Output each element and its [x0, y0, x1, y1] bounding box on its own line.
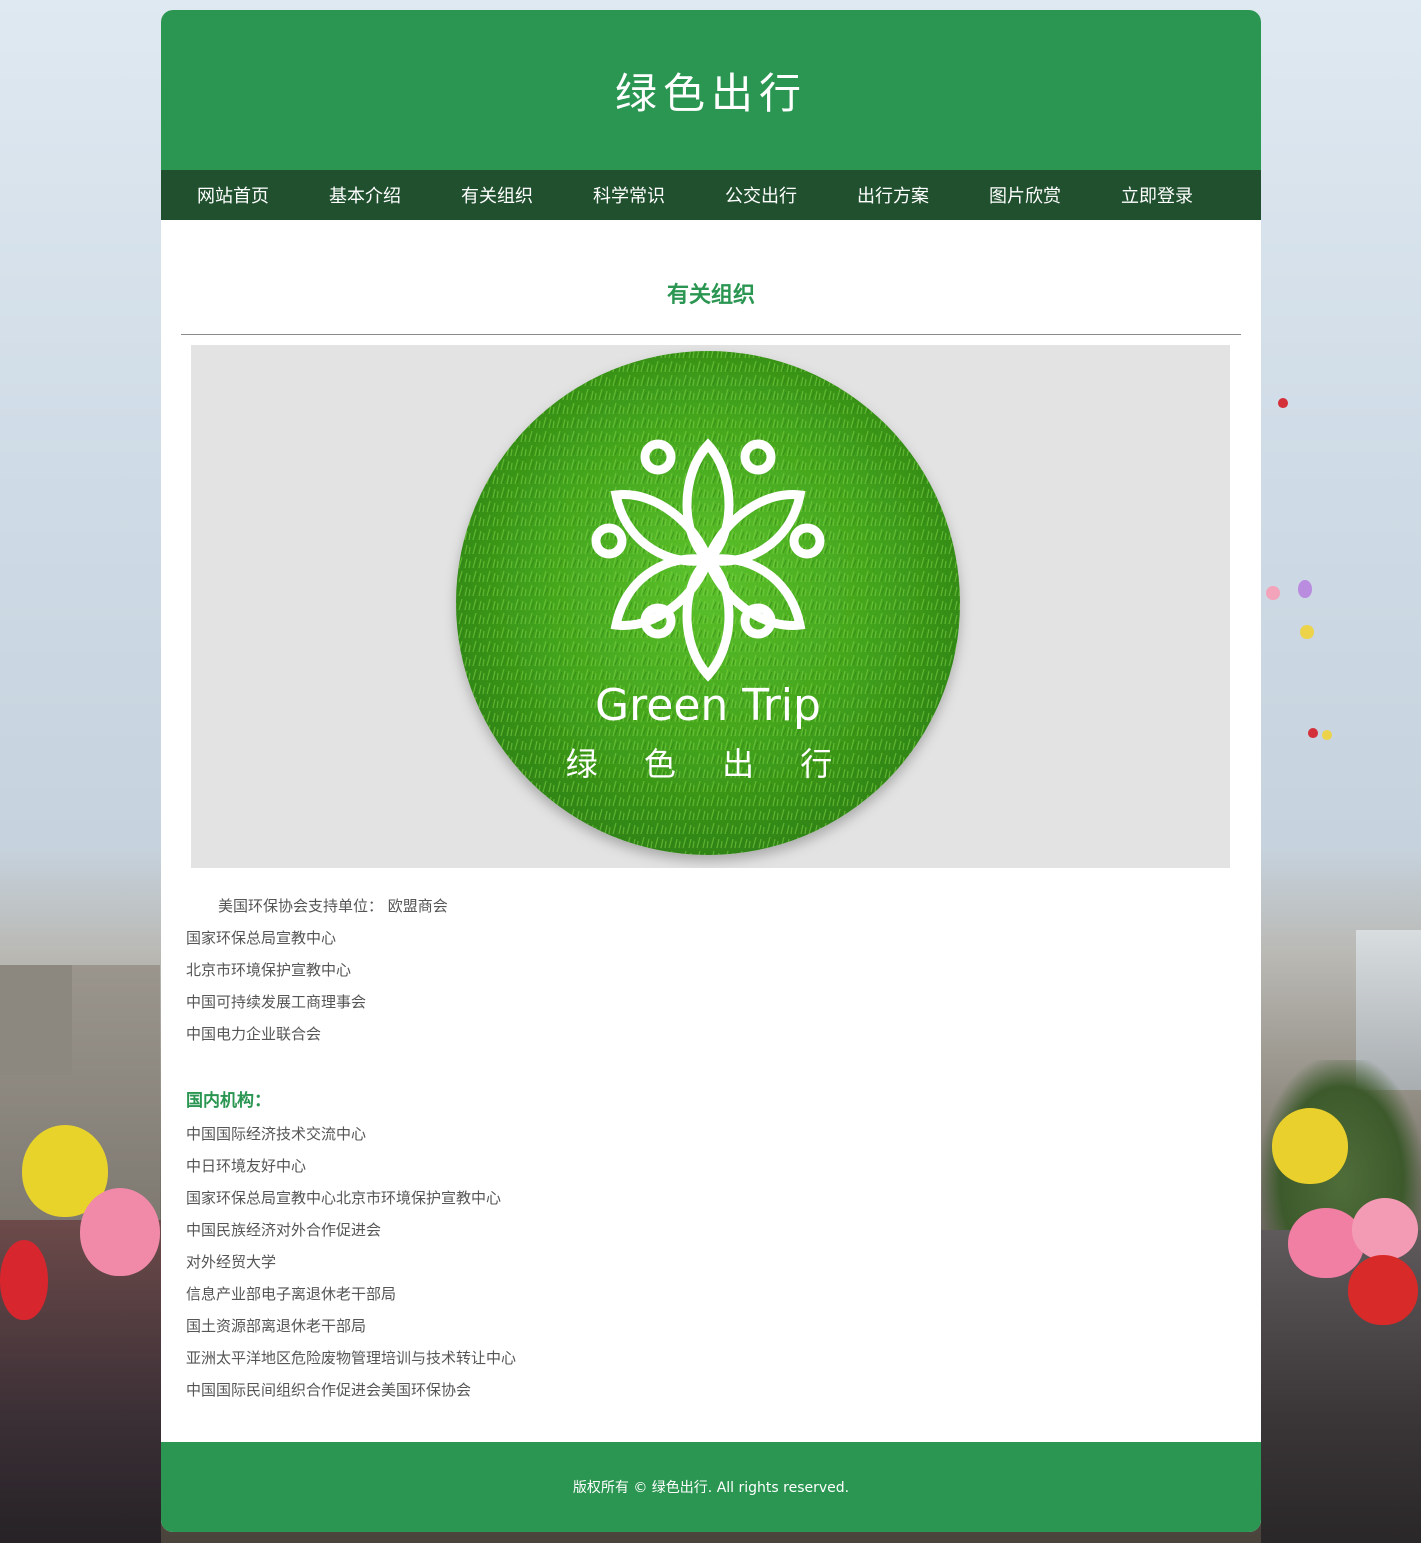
list-item: 对外经贸大学: [186, 1253, 277, 1271]
domestic-heading: 国内机构：: [186, 1091, 271, 1111]
list-item: 中国民族经济对外合作促进会: [186, 1221, 382, 1239]
list-item: 美国环保协会支持单位： 欧盟商会: [218, 897, 448, 915]
balloon-icon: [0, 1240, 48, 1320]
balloon-icon: [1348, 1255, 1418, 1325]
list-item: 亚洲太平洋地区危险废物管理培训与技术转让中心: [186, 1349, 517, 1367]
list-item: 国家环保总局宣教中心: [186, 929, 337, 947]
logo-text-en: Green Trip: [595, 680, 821, 731]
site-title: 绿色出行: [614, 68, 807, 118]
balloon-icon: [1352, 1198, 1418, 1260]
balloon-icon: [1308, 728, 1318, 738]
list-item: 中国可持续发展工商理事会: [186, 993, 367, 1011]
list-item: 中国国际民间组织合作促进会美国环保协会: [186, 1381, 472, 1399]
balloon-icon: [1278, 398, 1288, 408]
site-footer: 版权所有 © 绿色出行. All rights reserved.: [161, 1442, 1261, 1532]
nav-item-home[interactable]: 网站首页: [167, 182, 299, 208]
page-card: 绿色出行 网站首页 基本介绍 有关组织 科学常识 公交出行 出行方案 图片欣赏 …: [161, 10, 1261, 1532]
nav-item-science[interactable]: 科学常识: [563, 182, 695, 208]
nav-item-gallery[interactable]: 图片欣赏: [959, 182, 1091, 208]
nav-item-intro[interactable]: 基本介绍: [299, 182, 431, 208]
green-trip-logo-icon: Green Trip 绿 色 出 行: [456, 351, 960, 855]
balloon-icon: [1272, 1108, 1348, 1184]
nav-item-login[interactable]: 立即登录: [1091, 182, 1223, 208]
list-item: 国土资源部离退休老干部局: [186, 1317, 367, 1335]
list-item: 中国国际经济技术交流中心: [186, 1125, 367, 1143]
main-nav: 网站首页 基本介绍 有关组织 科学常识 公交出行 出行方案 图片欣赏 立即登录: [161, 170, 1261, 220]
copyright-text: 版权所有 © 绿色出行. All rights reserved.: [572, 1480, 850, 1496]
balloon-icon: [80, 1188, 160, 1276]
section-divider: [181, 334, 1241, 335]
list-item: 信息产业部电子离退休老干部局: [186, 1285, 397, 1303]
list-item: 北京市环境保护宣教中心: [186, 961, 352, 979]
support-list: 美国环保协会支持单位： 欧盟商会 国家环保总局宣教中心 北京市环境保护宣教中心 …: [181, 890, 1241, 1406]
nav-item-organizations[interactable]: 有关组织: [431, 182, 563, 208]
balloon-icon: [1322, 730, 1332, 740]
site-header: 绿色出行: [161, 10, 1261, 170]
balloon-icon: [1298, 580, 1312, 598]
hero-image: Green Trip 绿 色 出 行: [191, 345, 1230, 868]
logo-text-cn: 绿 色 出 行: [566, 745, 851, 783]
balloon-icon: [1266, 586, 1280, 600]
list-item: 中国电力企业联合会: [186, 1025, 322, 1043]
nav-item-travel-plans[interactable]: 出行方案: [827, 182, 959, 208]
list-item: 中日环境友好中心: [186, 1157, 307, 1175]
main-content: 有关组织 Green Trip 绿 色 出 行 美国环保协会支持单位： 欧盟商会…: [161, 220, 1261, 1406]
balloon-icon: [1300, 625, 1314, 639]
nav-item-public-transit[interactable]: 公交出行: [695, 182, 827, 208]
list-item: 国家环保总局宣教中心北京市环境保护宣教中心: [186, 1189, 502, 1207]
section-title: 有关组织: [666, 283, 755, 308]
